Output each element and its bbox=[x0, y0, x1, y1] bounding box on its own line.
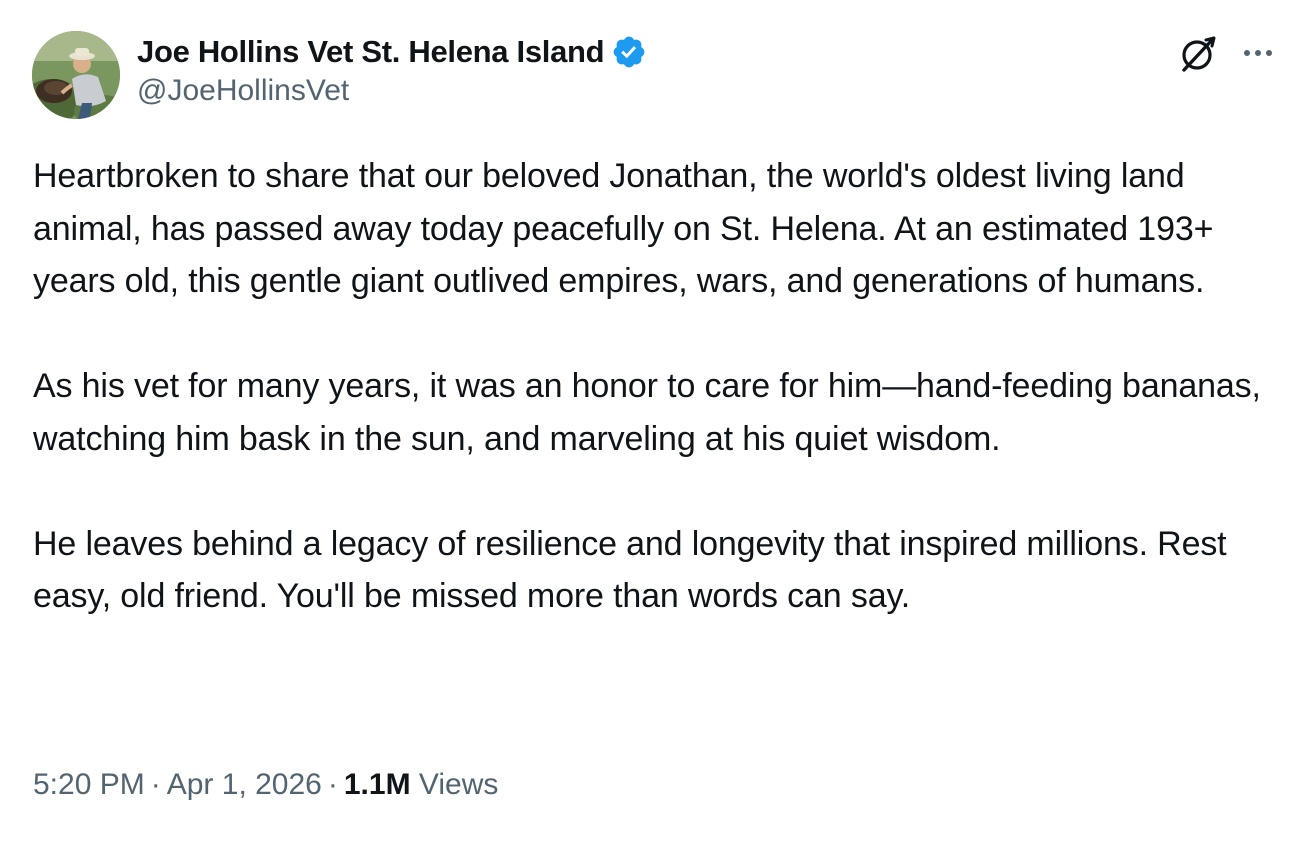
grok-icon[interactable] bbox=[1176, 32, 1220, 76]
avatar[interactable] bbox=[32, 31, 120, 119]
author-handle[interactable]: @JoeHollinsVet bbox=[137, 74, 647, 108]
tweet-paragraph-2: As his vet for many years, it was an hon… bbox=[33, 367, 1261, 458]
more-options-icon[interactable] bbox=[1238, 36, 1278, 72]
views-count[interactable]: 1.1M bbox=[344, 768, 411, 801]
avatar-photo bbox=[32, 31, 120, 119]
tweet-meta: 5:20 PM · Apr 1, 2026 · 1.1M Views bbox=[33, 768, 498, 802]
views-label: Views bbox=[418, 768, 499, 801]
display-name[interactable]: Joe Hollins Vet St. Helena Island bbox=[137, 34, 605, 70]
tweet-text: Heartbroken to share that our beloved Jo… bbox=[33, 150, 1293, 623]
name-row: Joe Hollins Vet St. Helena Island bbox=[137, 30, 647, 74]
meta-separator: · bbox=[327, 768, 338, 801]
tweet-paragraph-1: Heartbroken to share that our beloved Jo… bbox=[33, 157, 1214, 300]
tweet-paragraph-3: He leaves behind a legacy of resilience … bbox=[33, 524, 1227, 616]
author-block: Joe Hollins Vet St. Helena Island @JoeHo… bbox=[137, 30, 647, 108]
tweet-card: Joe Hollins Vet St. Helena Island @JoeHo… bbox=[0, 0, 1313, 845]
verified-badge-icon[interactable] bbox=[611, 34, 647, 70]
tweet-time[interactable]: 5:20 PM bbox=[33, 768, 145, 801]
meta-separator: · bbox=[150, 768, 161, 801]
tweet-date[interactable]: Apr 1, 2026 bbox=[167, 768, 322, 801]
